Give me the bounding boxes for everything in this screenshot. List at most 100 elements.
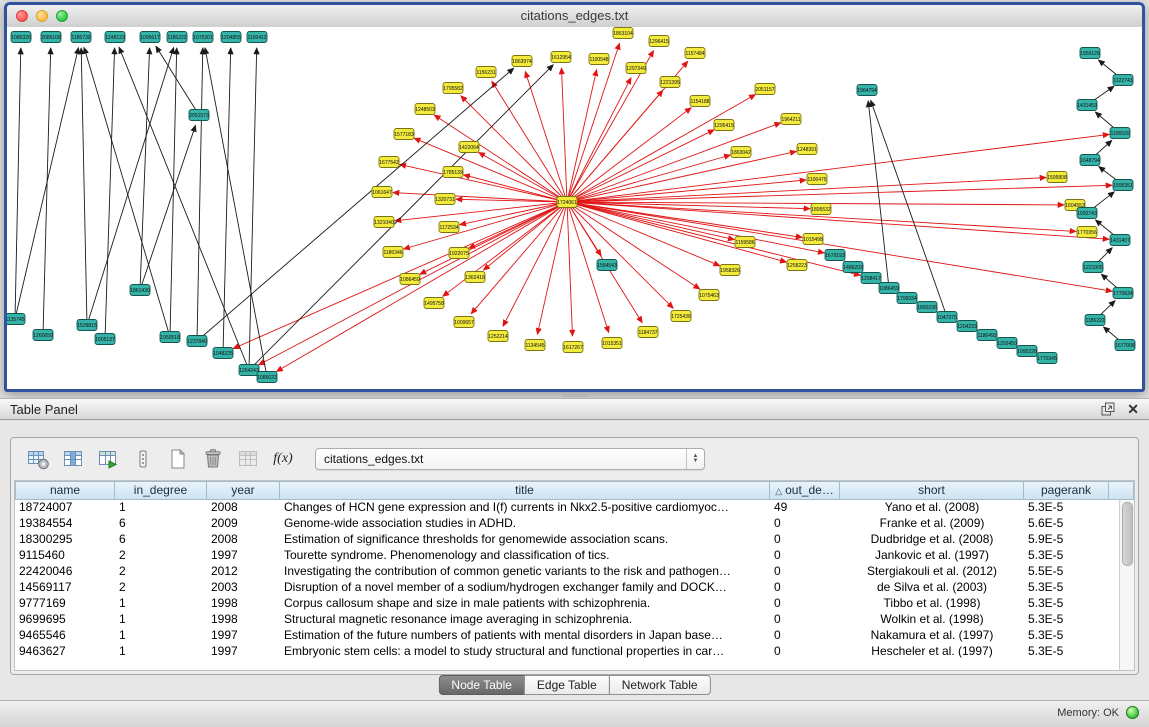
table-row[interactable]: 2242004622012Investigating the contribut…	[15, 564, 1119, 580]
network-node[interactable]: 1264243	[239, 365, 259, 376]
column-header-in-degree[interactable]: in_degree	[115, 481, 207, 500]
network-node[interactable]: 1362418	[465, 272, 485, 283]
network-node[interactable]: 1075301	[193, 32, 213, 43]
table-row[interactable]: 1872400712008Changes of HCN gene express…	[15, 500, 1119, 516]
table-settings-button[interactable]	[25, 446, 51, 472]
network-node[interactable]: 1221395	[660, 77, 680, 88]
network-node[interactable]: 1134545	[525, 340, 545, 351]
network-node[interactable]: 1295415	[714, 120, 734, 131]
column-header-title[interactable]: title	[280, 481, 770, 500]
network-node[interactable]: 1135745	[7, 314, 25, 325]
column-header-short[interactable]: short	[840, 481, 1024, 500]
network-node[interactable]: 1086459	[879, 283, 899, 294]
network-node[interactable]: 1186493	[977, 330, 997, 341]
network-node[interactable]: 1863104	[613, 28, 633, 39]
network-node[interactable]: 1495758	[424, 298, 444, 309]
close-panel-icon[interactable]: ✕	[1127, 402, 1139, 416]
network-node[interactable]: 1725436	[671, 311, 691, 322]
network-node[interactable]: 1595808	[1047, 172, 1067, 183]
table-selector-combobox[interactable]: citations_edges.txt ▲ ▼	[315, 448, 705, 470]
network-node[interactable]: 2051573	[189, 110, 209, 121]
network-node[interactable]: 1009657	[454, 317, 474, 328]
table-row[interactable]: 969969511998Structural magnetic resonanc…	[15, 612, 1119, 628]
network-node[interactable]: 1677008	[1115, 340, 1135, 351]
network-node[interactable]: 1159586	[735, 237, 755, 248]
network-node[interactable]: 1863042	[731, 147, 751, 158]
column-selector-button[interactable]	[60, 446, 86, 472]
table-row[interactable]: 911546021997Tourette syndrome. Phenomeno…	[15, 548, 1119, 564]
network-node[interactable]: 1298417	[861, 273, 881, 284]
network-node[interactable]: 2051157	[755, 84, 775, 95]
network-node[interactable]: 1724061	[557, 197, 577, 208]
network-node[interactable]: 1186346	[383, 247, 403, 258]
network-node[interactable]: 1895532	[811, 204, 831, 215]
network-node[interactable]: 1048225	[213, 348, 233, 359]
network-node[interactable]: 1047375	[937, 312, 957, 323]
new-table-button[interactable]	[165, 446, 191, 472]
network-node[interactable]: 1922075	[449, 248, 469, 259]
network-node[interactable]: 1106475	[807, 174, 827, 185]
column-header-name[interactable]: name	[15, 481, 115, 500]
table-row[interactable]: 1456911722003Disruption of a novel membe…	[15, 580, 1119, 596]
network-node[interactable]: 1959126	[1080, 48, 1100, 59]
network-node[interactable]: 1156231	[476, 67, 496, 78]
scrollbar-thumb[interactable]	[1122, 502, 1133, 566]
table-row[interactable]: 1830029562008Estimation of significance …	[15, 532, 1119, 548]
network-node[interactable]: 1679193	[825, 250, 845, 261]
network-node[interactable]: 1204855	[221, 32, 241, 43]
network-node[interactable]: 1612954	[551, 52, 571, 63]
network-node[interactable]: 1086320	[11, 32, 31, 43]
network-node[interactable]: 1258223	[787, 260, 807, 271]
network-node[interactable]: 1770356	[1077, 227, 1097, 238]
network-node[interactable]: 1296415	[649, 36, 669, 47]
network-node[interactable]: 1861430	[130, 285, 150, 296]
merge-table-button[interactable]	[235, 446, 261, 472]
network-node[interactable]: 1154188	[690, 96, 710, 107]
network-node[interactable]: 1095228	[1017, 346, 1037, 357]
network-node[interactable]: 1584543	[597, 260, 617, 271]
tab-network-table[interactable]: Network Table	[609, 675, 711, 695]
network-node[interactable]: 1186730	[71, 32, 91, 43]
network-node[interactable]: 1770345	[1037, 353, 1057, 364]
network-node[interactable]: 1486203	[843, 262, 863, 273]
network-node[interactable]: 1106520	[1110, 128, 1130, 139]
network-node[interactable]: 1100548	[589, 54, 609, 65]
import-table-button[interactable]	[95, 446, 121, 472]
network-node[interactable]: 1431453	[1077, 100, 1097, 111]
network-node[interactable]: 1595351	[1113, 180, 1133, 191]
network-node[interactable]: 1422064	[459, 142, 479, 153]
network-node[interactable]: 1106412	[247, 32, 267, 43]
network-node[interactable]: 1297349	[626, 63, 646, 74]
network-node[interactable]: 1248503	[415, 104, 435, 115]
float-window-icon[interactable]	[1101, 402, 1115, 416]
network-node[interactable]: 1770634	[1113, 288, 1133, 299]
network-node[interactable]: 1237840	[187, 336, 207, 347]
network-node[interactable]: 1186222	[1085, 315, 1105, 326]
column-header-out-degree[interactable]: △out_de…	[770, 481, 840, 500]
network-node[interactable]: 1958326	[720, 265, 740, 276]
network-node[interactable]: 1086022	[257, 372, 277, 383]
network-node[interactable]: 1086459	[400, 274, 420, 285]
network-node[interactable]: 1248123	[105, 32, 125, 43]
tab-edge-table[interactable]: Edge Table	[524, 675, 610, 695]
network-node[interactable]: 1252214	[488, 331, 508, 342]
table-row[interactable]: 946554611997Estimation of the future num…	[15, 628, 1119, 644]
network-node[interactable]: 1186222	[167, 32, 187, 43]
table-row[interactable]: 977716911998Corpus callosum shape and si…	[15, 596, 1119, 612]
column-header-year[interactable]: year	[207, 481, 280, 500]
network-node[interactable]: 1321040	[374, 217, 394, 228]
network-node[interactable]: 1648794	[1080, 155, 1100, 166]
column-header-pagerank[interactable]: pagerank	[1024, 481, 1109, 500]
network-node[interactable]: 1617267	[563, 342, 583, 353]
network-node[interactable]: 1015351	[602, 338, 622, 349]
network-node[interactable]: 1015498	[803, 234, 823, 245]
network-node[interactable]: 1529815	[77, 320, 97, 331]
network-node[interactable]: 1260650	[33, 330, 53, 341]
function-builder-button[interactable]: f(x)	[270, 446, 296, 472]
network-node[interactable]: 1785139	[443, 167, 463, 178]
network-node[interactable]: 1157484	[685, 48, 705, 59]
network-node[interactable]: 1964794	[857, 85, 877, 96]
network-node[interactable]: 1095617	[140, 32, 160, 43]
network-node[interactable]: 1204233	[957, 321, 977, 332]
network-node[interactable]: 1184737	[638, 327, 658, 338]
